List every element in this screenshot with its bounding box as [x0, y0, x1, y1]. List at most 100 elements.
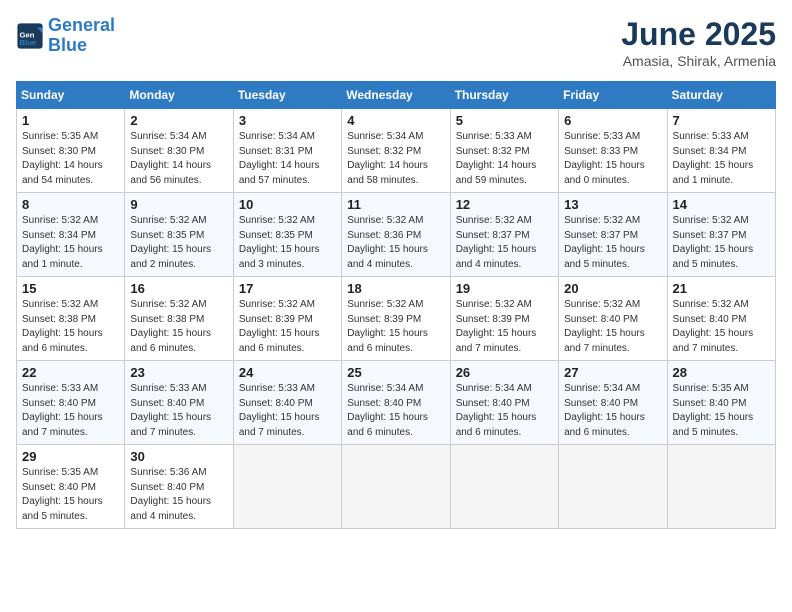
day-info: Sunrise: 5:34 AMSunset: 8:40 PMDaylight:…: [456, 383, 537, 438]
day-info: Sunrise: 5:32 AMSunset: 8:39 PMDaylight:…: [456, 299, 537, 354]
day-number: 1: [22, 113, 119, 128]
day-number: 14: [673, 197, 770, 212]
day-info: Sunrise: 5:35 AMSunset: 8:40 PMDaylight:…: [22, 467, 103, 522]
day-of-week-header: Friday: [559, 82, 667, 109]
day-number: 17: [239, 281, 336, 296]
day-info: Sunrise: 5:33 AMSunset: 8:33 PMDaylight:…: [564, 131, 645, 186]
day-number: 9: [130, 197, 227, 212]
calendar-day-cell: 4 Sunrise: 5:34 AMSunset: 8:32 PMDayligh…: [342, 109, 450, 193]
day-info: Sunrise: 5:34 AMSunset: 8:40 PMDaylight:…: [347, 383, 428, 438]
day-info: Sunrise: 5:35 AMSunset: 8:30 PMDaylight:…: [22, 131, 103, 186]
calendar-table: SundayMondayTuesdayWednesdayThursdayFrid…: [16, 81, 776, 529]
calendar-day-cell: 8 Sunrise: 5:32 AMSunset: 8:34 PMDayligh…: [17, 193, 125, 277]
calendar-day-cell: [233, 445, 341, 529]
calendar-day-cell: 20 Sunrise: 5:32 AMSunset: 8:40 PMDaylig…: [559, 277, 667, 361]
calendar-day-cell: 12 Sunrise: 5:32 AMSunset: 8:37 PMDaylig…: [450, 193, 558, 277]
calendar-day-cell: 25 Sunrise: 5:34 AMSunset: 8:40 PMDaylig…: [342, 361, 450, 445]
day-number: 20: [564, 281, 661, 296]
calendar-day-cell: 26 Sunrise: 5:34 AMSunset: 8:40 PMDaylig…: [450, 361, 558, 445]
calendar-week-row: 1 Sunrise: 5:35 AMSunset: 8:30 PMDayligh…: [17, 109, 776, 193]
calendar-week-row: 15 Sunrise: 5:32 AMSunset: 8:38 PMDaylig…: [17, 277, 776, 361]
day-info: Sunrise: 5:32 AMSunset: 8:37 PMDaylight:…: [673, 215, 754, 270]
day-number: 10: [239, 197, 336, 212]
day-of-week-header: Saturday: [667, 82, 775, 109]
calendar-day-cell: 6 Sunrise: 5:33 AMSunset: 8:33 PMDayligh…: [559, 109, 667, 193]
calendar-header-row: SundayMondayTuesdayWednesdayThursdayFrid…: [17, 82, 776, 109]
calendar-day-cell: 24 Sunrise: 5:33 AMSunset: 8:40 PMDaylig…: [233, 361, 341, 445]
title-area: June 2025 Amasia, Shirak, Armenia: [621, 16, 776, 69]
day-of-week-header: Thursday: [450, 82, 558, 109]
day-number: 21: [673, 281, 770, 296]
day-info: Sunrise: 5:32 AMSunset: 8:38 PMDaylight:…: [130, 299, 211, 354]
day-info: Sunrise: 5:35 AMSunset: 8:40 PMDaylight:…: [673, 383, 754, 438]
day-number: 27: [564, 365, 661, 380]
calendar-day-cell: 15 Sunrise: 5:32 AMSunset: 8:38 PMDaylig…: [17, 277, 125, 361]
calendar-day-cell: 27 Sunrise: 5:34 AMSunset: 8:40 PMDaylig…: [559, 361, 667, 445]
calendar-day-cell: 16 Sunrise: 5:32 AMSunset: 8:38 PMDaylig…: [125, 277, 233, 361]
day-info: Sunrise: 5:33 AMSunset: 8:34 PMDaylight:…: [673, 131, 754, 186]
calendar-day-cell: 30 Sunrise: 5:36 AMSunset: 8:40 PMDaylig…: [125, 445, 233, 529]
day-of-week-header: Wednesday: [342, 82, 450, 109]
day-number: 28: [673, 365, 770, 380]
calendar-day-cell: 7 Sunrise: 5:33 AMSunset: 8:34 PMDayligh…: [667, 109, 775, 193]
calendar-week-row: 8 Sunrise: 5:32 AMSunset: 8:34 PMDayligh…: [17, 193, 776, 277]
day-info: Sunrise: 5:32 AMSunset: 8:37 PMDaylight:…: [456, 215, 537, 270]
day-number: 3: [239, 113, 336, 128]
day-number: 18: [347, 281, 444, 296]
calendar-day-cell: 10 Sunrise: 5:32 AMSunset: 8:35 PMDaylig…: [233, 193, 341, 277]
day-info: Sunrise: 5:33 AMSunset: 8:40 PMDaylight:…: [130, 383, 211, 438]
calendar-week-row: 29 Sunrise: 5:35 AMSunset: 8:40 PMDaylig…: [17, 445, 776, 529]
calendar-day-cell: 28 Sunrise: 5:35 AMSunset: 8:40 PMDaylig…: [667, 361, 775, 445]
day-info: Sunrise: 5:32 AMSunset: 8:35 PMDaylight:…: [239, 215, 320, 270]
calendar-subtitle: Amasia, Shirak, Armenia: [621, 53, 776, 69]
day-info: Sunrise: 5:33 AMSunset: 8:40 PMDaylight:…: [239, 383, 320, 438]
calendar-day-cell: 23 Sunrise: 5:33 AMSunset: 8:40 PMDaylig…: [125, 361, 233, 445]
day-info: Sunrise: 5:32 AMSunset: 8:36 PMDaylight:…: [347, 215, 428, 270]
calendar-day-cell: [559, 445, 667, 529]
calendar-day-cell: 29 Sunrise: 5:35 AMSunset: 8:40 PMDaylig…: [17, 445, 125, 529]
calendar-day-cell: 9 Sunrise: 5:32 AMSunset: 8:35 PMDayligh…: [125, 193, 233, 277]
day-info: Sunrise: 5:34 AMSunset: 8:30 PMDaylight:…: [130, 131, 211, 186]
day-number: 7: [673, 113, 770, 128]
calendar-week-row: 22 Sunrise: 5:33 AMSunset: 8:40 PMDaylig…: [17, 361, 776, 445]
day-number: 26: [456, 365, 553, 380]
calendar-day-cell: [342, 445, 450, 529]
day-number: 2: [130, 113, 227, 128]
calendar-day-cell: 5 Sunrise: 5:33 AMSunset: 8:32 PMDayligh…: [450, 109, 558, 193]
logo-text: GeneralBlue: [48, 16, 115, 56]
day-info: Sunrise: 5:32 AMSunset: 8:39 PMDaylight:…: [239, 299, 320, 354]
day-number: 4: [347, 113, 444, 128]
day-info: Sunrise: 5:32 AMSunset: 8:34 PMDaylight:…: [22, 215, 103, 270]
day-number: 13: [564, 197, 661, 212]
day-number: 19: [456, 281, 553, 296]
day-info: Sunrise: 5:36 AMSunset: 8:40 PMDaylight:…: [130, 467, 211, 522]
day-number: 12: [456, 197, 553, 212]
day-number: 25: [347, 365, 444, 380]
day-number: 5: [456, 113, 553, 128]
day-number: 29: [22, 449, 119, 464]
day-of-week-header: Tuesday: [233, 82, 341, 109]
calendar-day-cell: 22 Sunrise: 5:33 AMSunset: 8:40 PMDaylig…: [17, 361, 125, 445]
day-info: Sunrise: 5:33 AMSunset: 8:40 PMDaylight:…: [22, 383, 103, 438]
calendar-day-cell: 14 Sunrise: 5:32 AMSunset: 8:37 PMDaylig…: [667, 193, 775, 277]
day-info: Sunrise: 5:32 AMSunset: 8:35 PMDaylight:…: [130, 215, 211, 270]
day-of-week-header: Sunday: [17, 82, 125, 109]
day-number: 24: [239, 365, 336, 380]
day-number: 6: [564, 113, 661, 128]
calendar-day-cell: 19 Sunrise: 5:32 AMSunset: 8:39 PMDaylig…: [450, 277, 558, 361]
logo: Gen Blue GeneralBlue: [16, 16, 115, 56]
calendar-day-cell: [667, 445, 775, 529]
day-number: 15: [22, 281, 119, 296]
calendar-day-cell: 18 Sunrise: 5:32 AMSunset: 8:39 PMDaylig…: [342, 277, 450, 361]
calendar-day-cell: 13 Sunrise: 5:32 AMSunset: 8:37 PMDaylig…: [559, 193, 667, 277]
day-number: 8: [22, 197, 119, 212]
calendar-title: June 2025: [621, 16, 776, 53]
day-number: 22: [22, 365, 119, 380]
day-number: 23: [130, 365, 227, 380]
calendar-day-cell: 21 Sunrise: 5:32 AMSunset: 8:40 PMDaylig…: [667, 277, 775, 361]
day-number: 30: [130, 449, 227, 464]
day-info: Sunrise: 5:32 AMSunset: 8:38 PMDaylight:…: [22, 299, 103, 354]
calendar-day-cell: 1 Sunrise: 5:35 AMSunset: 8:30 PMDayligh…: [17, 109, 125, 193]
day-info: Sunrise: 5:32 AMSunset: 8:39 PMDaylight:…: [347, 299, 428, 354]
day-info: Sunrise: 5:34 AMSunset: 8:40 PMDaylight:…: [564, 383, 645, 438]
